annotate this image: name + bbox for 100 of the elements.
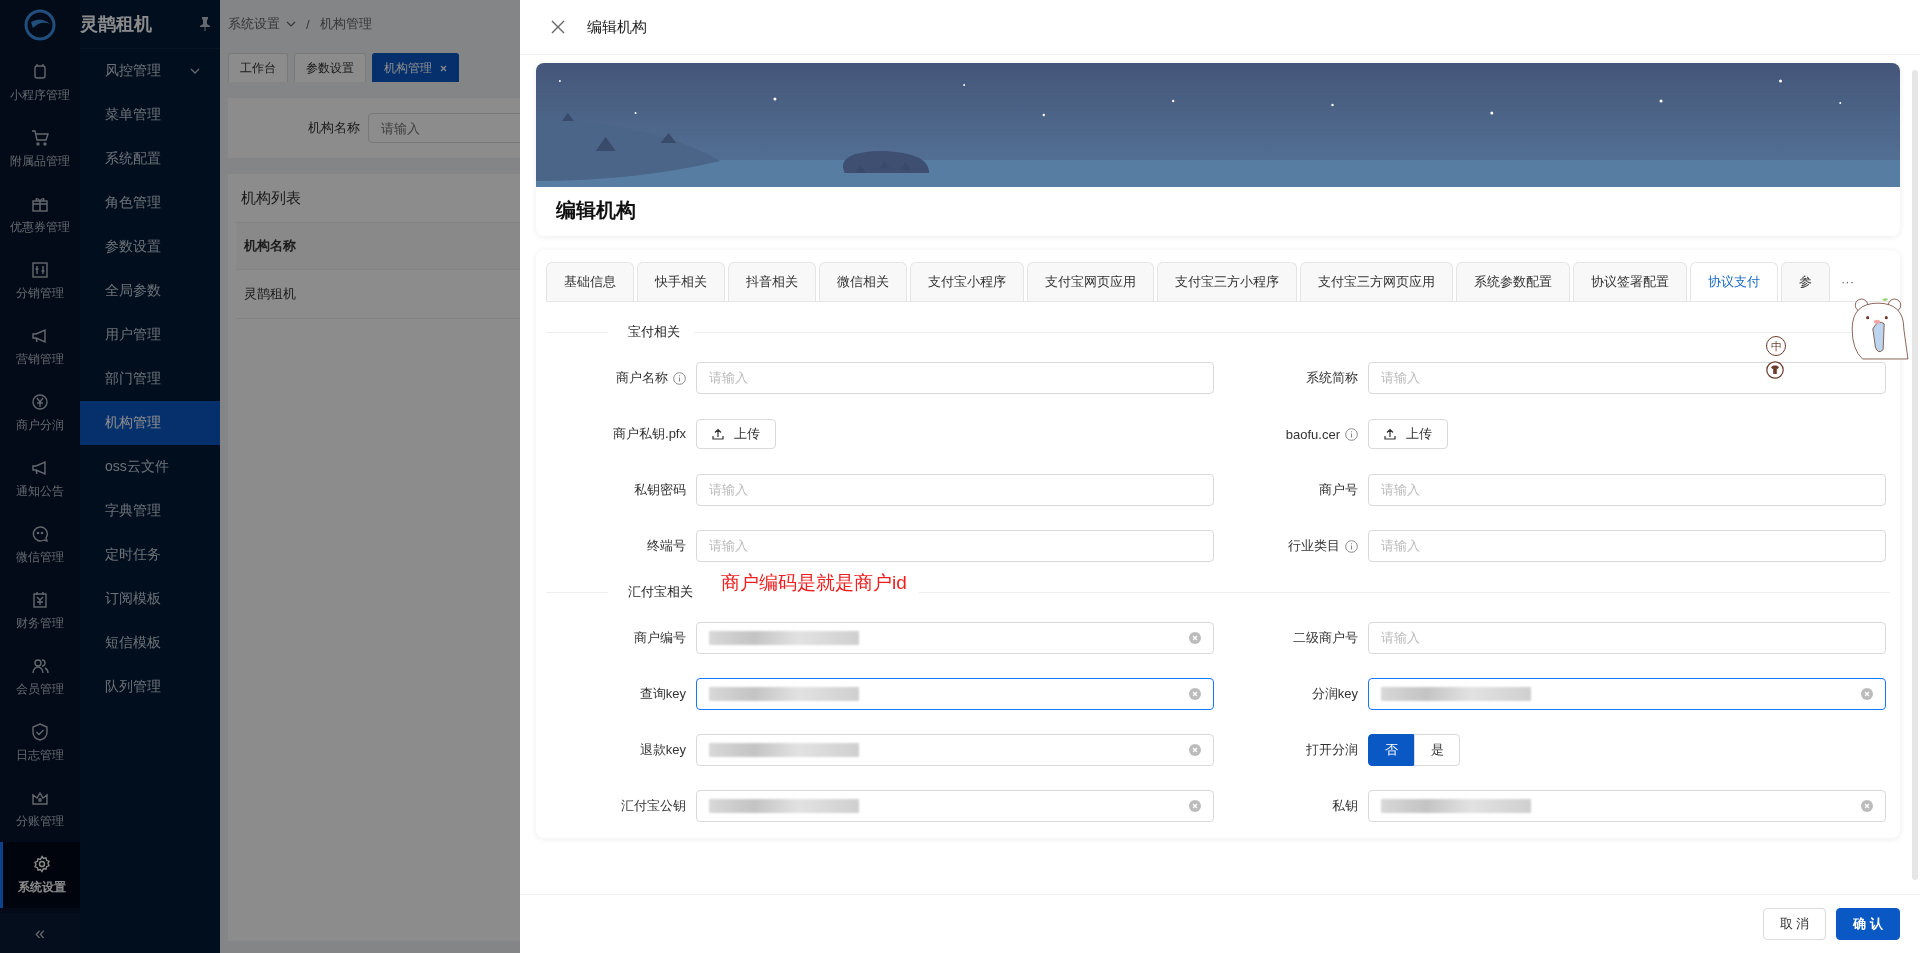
upload-button[interactable]: 上传: [696, 419, 776, 449]
field-label: 分润key: [1311, 685, 1358, 703]
clear-icon[interactable]: [1189, 744, 1201, 756]
segment-option[interactable]: 否: [1368, 734, 1414, 766]
app-name: 灵鹊租机: [80, 13, 152, 36]
menu-item[interactable]: 风控管理: [80, 49, 220, 93]
segment-option[interactable]: 是: [1414, 734, 1460, 766]
phone-icon: [31, 63, 49, 81]
drawer-title: 编辑机构: [587, 17, 647, 37]
field-label: 商户私钥.pfx: [613, 425, 686, 443]
rail-item[interactable]: 财务管理: [0, 578, 80, 644]
tab[interactable]: 支付宝三方小程序: [1157, 262, 1297, 301]
info-icon: [1345, 539, 1358, 553]
page-tab[interactable]: 参数设置: [294, 53, 366, 82]
field-label: 商户编号: [634, 629, 686, 647]
tab[interactable]: 参: [1781, 262, 1830, 301]
tab[interactable]: 基础信息: [546, 262, 634, 301]
tab[interactable]: 系统参数配置: [1456, 262, 1570, 301]
scrollbar[interactable]: [1912, 70, 1918, 880]
tab[interactable]: 协议签署配置: [1573, 262, 1687, 301]
field-label: baofu.cer: [1285, 426, 1340, 442]
info-icon: [673, 371, 686, 385]
field-label: 商户名称: [616, 369, 668, 387]
rail-item[interactable]: 通知公告: [0, 446, 80, 512]
breadcrumb-item[interactable]: 系统设置: [228, 15, 280, 33]
field-label: 系统简称: [1306, 369, 1358, 387]
tab[interactable]: 协议支付: [1690, 262, 1778, 301]
menu-item[interactable]: 用户管理: [80, 313, 220, 357]
megaphone-icon: [31, 459, 49, 477]
menu-item[interactable]: 短信模板: [80, 621, 220, 665]
shirt-icon[interactable]: [1766, 361, 1784, 379]
menu-item[interactable]: oss云文件: [80, 445, 220, 489]
annotation-text: 商户编码是就是商户id: [720, 571, 908, 595]
more-tabs-button[interactable]: ···: [1833, 274, 1862, 301]
chevron-down-icon: [286, 21, 296, 27]
rail-item[interactable]: 附属品管理: [0, 116, 80, 182]
cancel-button[interactable]: 取 消: [1762, 908, 1827, 940]
section-title: 宝付相关: [627, 323, 681, 341]
rail-item[interactable]: 分销管理: [0, 248, 80, 314]
field-label: 私钥密码: [634, 481, 686, 499]
menu-item[interactable]: 参数设置: [80, 225, 220, 269]
rail-item[interactable]: 商户分润: [0, 380, 80, 446]
tab[interactable]: 支付宝三方网页应用: [1300, 262, 1453, 301]
field-label: 商户号: [1319, 481, 1358, 499]
rail-item[interactable]: 会员管理: [0, 644, 80, 710]
wallet-icon: [31, 591, 49, 609]
menu-item[interactable]: 菜单管理: [80, 93, 220, 137]
input-field[interactable]: [696, 678, 1214, 710]
yen-icon: [31, 393, 49, 411]
rail-item[interactable]: 分账管理: [0, 776, 80, 842]
page-tab[interactable]: 工作台: [228, 53, 288, 82]
clear-icon[interactable]: [1189, 800, 1201, 812]
pin-icon[interactable]: [200, 17, 210, 31]
card-title: 机构列表: [240, 187, 301, 208]
chevron-down-icon: [190, 68, 200, 74]
rail-item[interactable]: 小程序管理: [0, 50, 80, 116]
close-icon[interactable]: [551, 20, 565, 34]
collapse-button[interactable]: «: [0, 913, 80, 953]
rail-item[interactable]: 优惠券管理: [0, 182, 80, 248]
menu-item[interactable]: 订阅模板: [80, 577, 220, 621]
field-label: 退款key: [639, 741, 686, 759]
menu-item[interactable]: 角色管理: [80, 181, 220, 225]
rail-item[interactable]: 微信管理: [0, 512, 80, 578]
users-icon: [31, 657, 49, 675]
tab[interactable]: 快手相关: [637, 262, 725, 301]
menu-item[interactable]: 机构管理: [80, 401, 220, 445]
menu-item[interactable]: 定时任务: [80, 533, 220, 577]
gift-icon: [31, 195, 49, 213]
clear-icon[interactable]: [1189, 688, 1201, 700]
rail-item[interactable]: 日志管理: [0, 710, 80, 776]
sliders-icon: [31, 261, 49, 279]
tab[interactable]: 抖音相关: [728, 262, 816, 301]
tab[interactable]: 支付宝小程序: [910, 262, 1024, 301]
info-icon: [1345, 427, 1358, 441]
menu-item[interactable]: 系统配置: [80, 137, 220, 181]
input-field[interactable]: [1368, 678, 1886, 710]
confirm-button[interactable]: 确 认: [1836, 908, 1900, 940]
menu-item[interactable]: 字典管理: [80, 489, 220, 533]
clear-icon[interactable]: [1861, 800, 1873, 812]
field-label: 机构名称: [308, 119, 360, 137]
clear-icon[interactable]: [1189, 632, 1201, 644]
tab[interactable]: 支付宝网页应用: [1027, 262, 1154, 301]
tab[interactable]: 微信相关: [819, 262, 907, 301]
cart-icon: [31, 129, 49, 147]
upload-button[interactable]: 上传: [1368, 419, 1448, 449]
rail-item[interactable]: 系统设置: [0, 842, 80, 908]
megaphone-icon: [31, 327, 49, 345]
logo-icon: [23, 8, 57, 42]
menu-item[interactable]: 全局参数: [80, 269, 220, 313]
field-label: 私钥: [1332, 797, 1358, 815]
field-label: 打开分润: [1306, 741, 1358, 759]
field-label: 行业类目: [1288, 537, 1340, 555]
chat-icon: [31, 525, 49, 543]
page-tab[interactable]: 机构管理: [372, 53, 459, 82]
rail-item[interactable]: 营销管理: [0, 314, 80, 380]
breadcrumb-separator: /: [306, 16, 310, 32]
menu-item[interactable]: 部门管理: [80, 357, 220, 401]
crown-icon: [31, 789, 49, 807]
menu-item[interactable]: 队列管理: [80, 665, 220, 709]
clear-icon[interactable]: [1861, 688, 1873, 700]
